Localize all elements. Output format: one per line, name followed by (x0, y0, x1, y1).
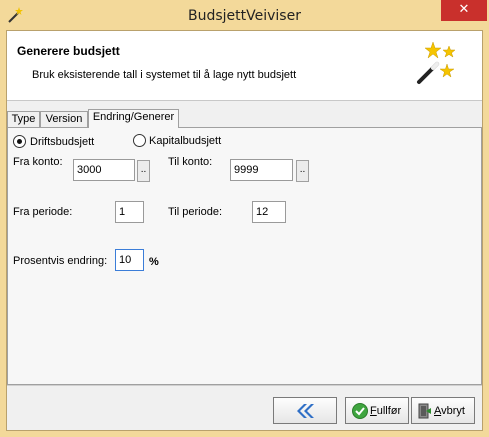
tab-version[interactable]: Version (40, 111, 88, 127)
from-account-label: Fra konto: (13, 156, 63, 168)
cancel-button-label: Avbryt (434, 405, 465, 417)
percent-change-label: Prosentvis endring: (13, 255, 108, 267)
exit-door-icon (418, 403, 431, 419)
to-account-input[interactable] (230, 159, 293, 181)
to-account-label: Til konto: (168, 156, 213, 168)
header-subtitle: Bruk eksisterende tall i systemet til å … (32, 69, 297, 81)
title-bar[interactable]: BudsjettVeiviser ✕ (0, 0, 489, 30)
to-period-label: Til periode: (168, 206, 223, 218)
footer-divider (7, 385, 482, 386)
dialog-body: Generere budsjett Bruk eksisterende tall… (6, 30, 483, 431)
percent-unit: % (149, 256, 159, 268)
close-button[interactable]: ✕ (441, 0, 487, 21)
window-title: BudsjettVeiviser (188, 8, 301, 24)
double-chevron-left-icon (297, 404, 314, 418)
finish-button-label: Fullfør (370, 405, 402, 417)
radio-kapitalbudsjett-label[interactable]: Kapitalbudsjett (149, 135, 221, 147)
green-check-icon (352, 403, 368, 419)
header-title: Generere budsjett (17, 44, 120, 58)
finish-button[interactable]: Fullfør (345, 397, 409, 424)
to-account-browse-button[interactable]: .. (296, 160, 309, 182)
radio-kapitalbudsjett[interactable] (133, 134, 146, 147)
cancel-button[interactable]: Avbryt (411, 397, 475, 424)
radio-driftsbudsjett-label[interactable]: Driftsbudsjett (30, 136, 94, 148)
from-period-label: Fra periode: (13, 206, 73, 218)
tab-endring-generer[interactable]: Endring/Generer (88, 109, 179, 128)
from-period-input[interactable] (115, 201, 144, 223)
back-button[interactable] (273, 397, 337, 424)
percent-change-input[interactable] (115, 249, 144, 271)
to-period-input[interactable] (252, 201, 286, 223)
from-account-browse-button[interactable]: .. (137, 160, 150, 182)
wizard-window: BudsjettVeiviser ✕ Generere budsjett Bru… (0, 0, 489, 437)
magic-wand-stars-icon (417, 41, 456, 84)
tab-panel: Driftsbudsjett Kapitalbudsjett Fra konto… (7, 127, 482, 385)
wizard-header: Generere budsjett Bruk eksisterende tall… (7, 31, 482, 101)
tab-type[interactable]: Type (7, 111, 40, 127)
from-account-input[interactable] (73, 159, 135, 181)
radio-driftsbudsjett[interactable] (13, 135, 26, 148)
